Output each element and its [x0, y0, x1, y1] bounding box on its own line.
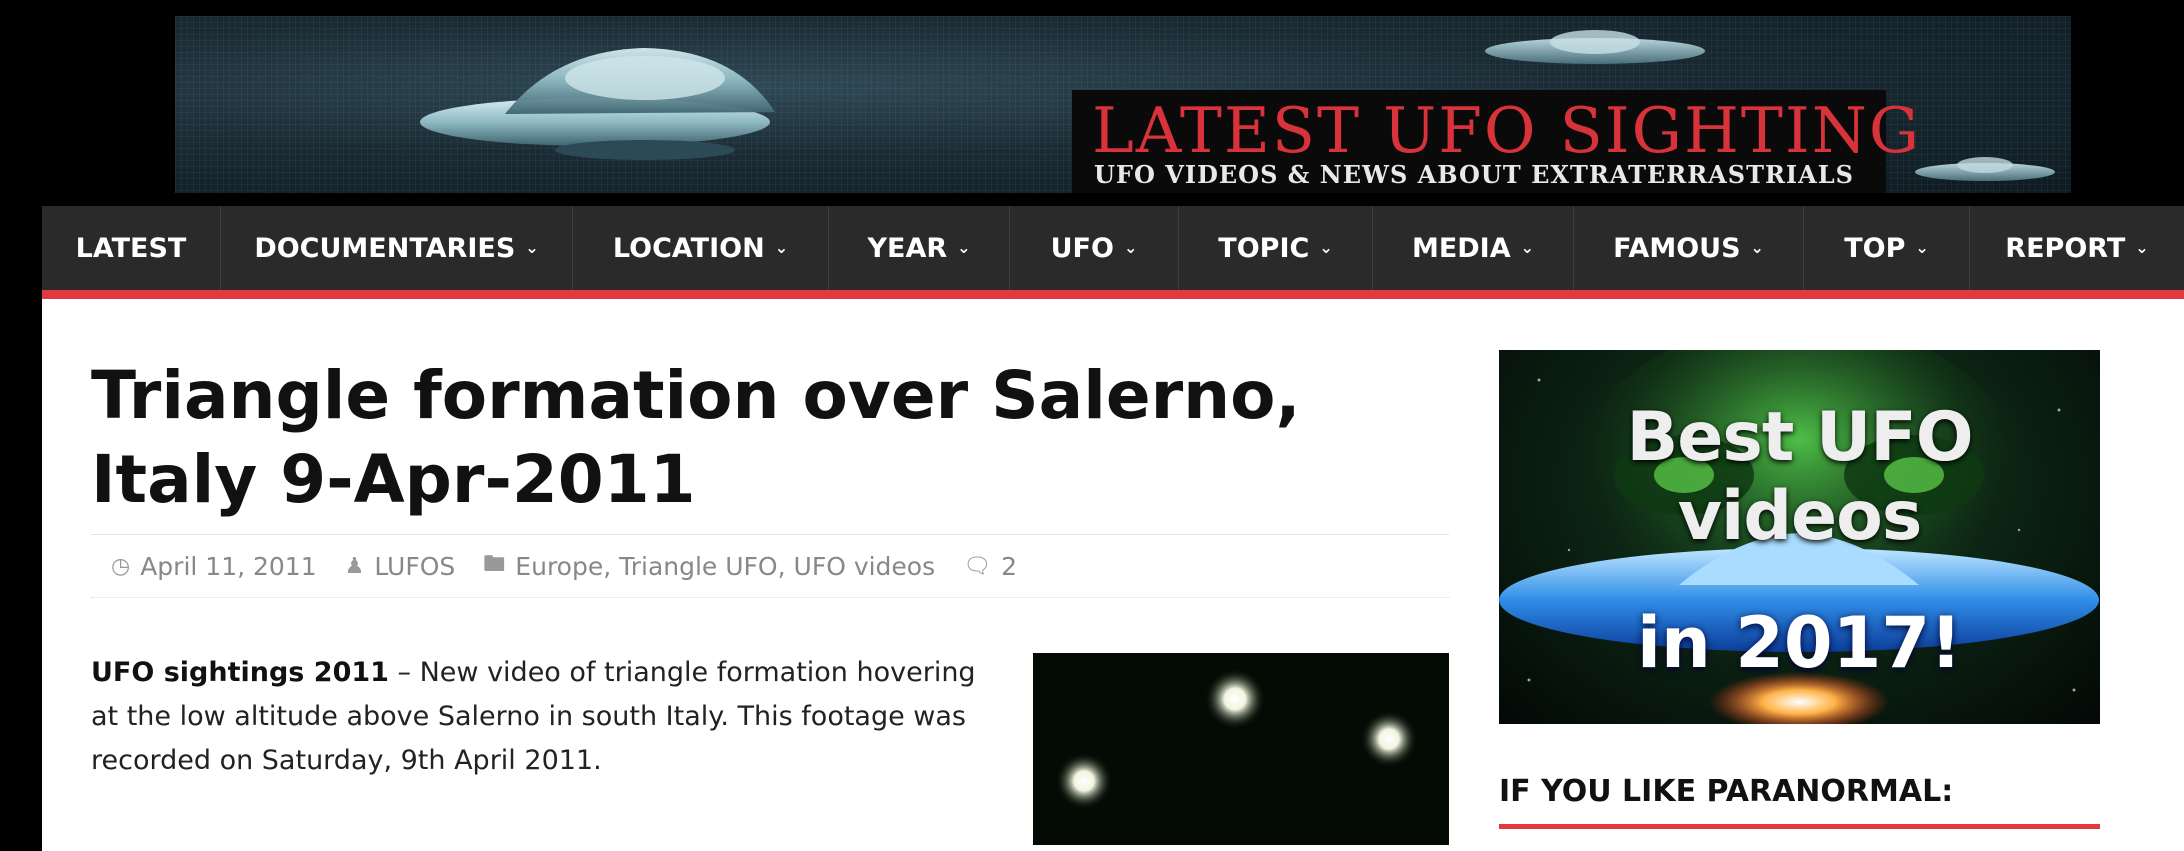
excerpt-lead: UFO sightings 2011: [91, 657, 389, 688]
page-left-edge: [0, 0, 42, 851]
nav-item-latest[interactable]: LATEST: [42, 206, 221, 290]
ad-title: Best UFO videos: [1626, 398, 1973, 556]
thumbnail-lights-image: [1033, 653, 1449, 845]
nav-item-label: REPORT: [2005, 232, 2126, 264]
nav-item-label: FAMOUS: [1613, 232, 1741, 264]
post-date-text: April 11, 2011: [140, 551, 317, 581]
category-link[interactable]: Europe: [515, 552, 603, 581]
main-nav: LATEST DOCUMENTARIES ⌄ LOCATION ⌄ YEAR ⌄ UF…: [42, 206, 2184, 299]
site-tagline: UFO VIDEOS & NEWS ABOUT EXTRATERRASTRIAL…: [1094, 160, 1854, 189]
comment-icon: 🗨: [963, 553, 992, 579]
nav-item-documentaries[interactable]: DOCUMENTARIES ⌄: [221, 206, 573, 290]
site-title[interactable]: LATEST UFO SIGHTING: [1092, 94, 1921, 167]
post-thumbnail[interactable]: [1033, 653, 1449, 845]
nav-item-label: TOPIC: [1218, 232, 1310, 264]
comment-count[interactable]: 2: [1001, 552, 1017, 581]
nav-item-label: DOCUMENTARIES: [254, 232, 516, 264]
post-meta: ◷ April 11, 2011 ♟ LUFOS 🖿 Europe, Trian…: [91, 534, 1449, 598]
chevron-down-icon: ⌄: [957, 237, 971, 257]
chevron-down-icon: ⌄: [1123, 237, 1138, 257]
widget-title-underline: [1499, 824, 2100, 829]
post-title[interactable]: Triangle formation over Salerno, Italy 9…: [91, 354, 1441, 522]
nav-item-year[interactable]: YEAR ⌄: [829, 206, 1010, 290]
chevron-down-icon: ⌄: [1319, 237, 1333, 257]
nav-item-location[interactable]: LOCATION ⌄: [573, 206, 829, 290]
post-excerpt: UFO sightings 2011 – New video of triang…: [91, 651, 1006, 783]
chevron-down-icon: ⌄: [2135, 237, 2149, 257]
post-categories: 🖿 Europe, Triangle UFO, UFO videos: [483, 547, 935, 585]
ad-subtitle: in 2017!: [1637, 602, 1962, 684]
sidebar-ad-banner[interactable]: Best UFO videos in 2017!: [1499, 350, 2100, 724]
chevron-down-icon: ⌄: [1750, 237, 1764, 257]
banner-title-box: LATEST UFO SIGHTING UFO VIDEOS & NEWS AB…: [1072, 90, 1919, 193]
nav-item-famous[interactable]: FAMOUS ⌄: [1574, 206, 1804, 290]
post-date: ◷ April 11, 2011: [111, 552, 317, 581]
chevron-down-icon: ⌄: [1520, 237, 1535, 257]
nav-item-label: LATEST: [75, 232, 187, 264]
chevron-down-icon: ⌄: [525, 237, 539, 257]
post-author[interactable]: ♟ LUFOS: [345, 552, 456, 581]
post-comments[interactable]: 🗨 2: [963, 552, 1017, 581]
chevron-down-icon: ⌄: [1915, 237, 1929, 257]
chevron-down-icon: ⌄: [774, 237, 789, 257]
nav-item-label: TOP: [1844, 232, 1906, 264]
nav-item-label: YEAR: [867, 232, 948, 264]
content-area: Triangle formation over Salerno, Italy 9…: [42, 299, 2184, 851]
nav-item-report[interactable]: REPORT ⌄: [1970, 206, 2184, 290]
category-link[interactable]: Triangle UFO: [619, 552, 777, 581]
nav-item-label: LOCATION: [612, 232, 765, 264]
nav-item-ufo[interactable]: UFO ⌄: [1010, 206, 1179, 290]
nav-item-top[interactable]: TOP ⌄: [1804, 206, 1970, 290]
category-link[interactable]: UFO videos: [794, 552, 936, 581]
nav-item-label: UFO: [1050, 232, 1114, 264]
header-banner[interactable]: LATEST UFO SIGHTING UFO VIDEOS & NEWS AB…: [175, 16, 2071, 193]
nav-item-label: MEDIA: [1411, 232, 1511, 264]
folder-icon: 🖿: [483, 552, 506, 577]
nav-item-media[interactable]: MEDIA ⌄: [1373, 206, 1574, 290]
user-icon: ♟: [344, 553, 365, 579]
post-author-link[interactable]: LUFOS: [374, 552, 455, 581]
nav-item-topic[interactable]: TOPIC ⌄: [1179, 206, 1373, 290]
widget-title: IF YOU LIKE PARANORMAL:: [1499, 774, 1954, 809]
clock-icon: ◷: [111, 553, 131, 579]
